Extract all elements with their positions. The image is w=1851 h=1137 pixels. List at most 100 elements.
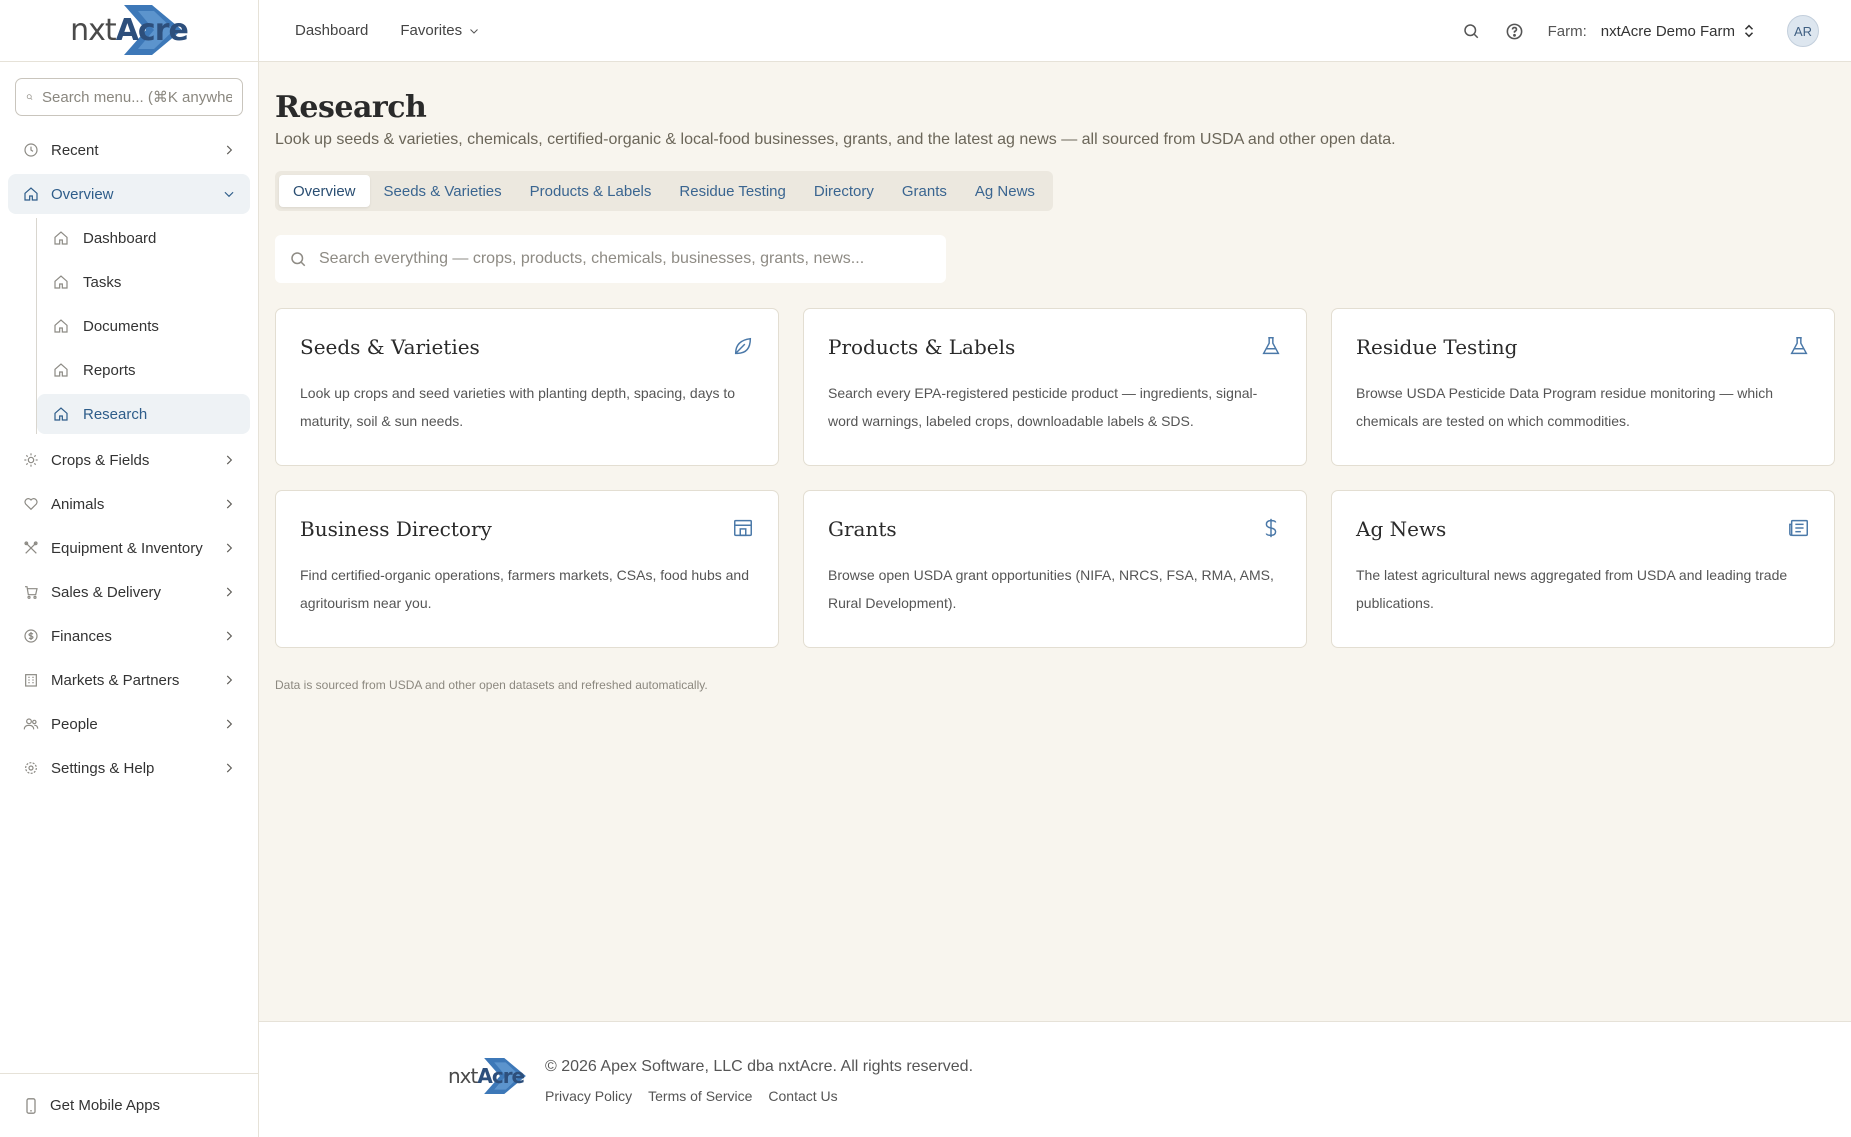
tab-directory[interactable]: Directory: [800, 175, 888, 207]
sidebar-item-dashboard[interactable]: Dashboard: [37, 218, 250, 258]
card-title: Products & Labels: [828, 335, 1016, 359]
footer-copyright: © 2026 Apex Software, LLC dba nxtAcre. A…: [545, 1058, 974, 1075]
sidebar-search-input[interactable]: [42, 88, 232, 106]
logo-text-post: Acre: [477, 1064, 525, 1088]
home-icon: [53, 317, 71, 335]
sun-icon: [23, 451, 41, 469]
header-favorites-menu[interactable]: Favorites: [400, 22, 480, 39]
chevron-right-icon: [222, 497, 236, 511]
header-dashboard-link[interactable]: Dashboard: [295, 22, 368, 39]
home-icon: [53, 229, 71, 247]
sidebar-item-label: Research: [83, 405, 148, 423]
sidebar-item-people[interactable]: People: [8, 704, 250, 744]
card-description: Look up crops and seed varieties with pl…: [300, 385, 736, 429]
tab-ag-news[interactable]: Ag News: [961, 175, 1049, 207]
card-products-labels[interactable]: Products & Labels Search every EPA-regis…: [803, 308, 1307, 466]
chevron-down-icon: [470, 28, 478, 34]
flask-icon: [1788, 335, 1810, 357]
research-search[interactable]: [275, 235, 946, 283]
research-search-input[interactable]: [319, 250, 919, 268]
tab-products-labels[interactable]: Products & Labels: [516, 175, 666, 207]
avatar[interactable]: AR: [1787, 15, 1819, 47]
search-icon: [1463, 24, 1478, 39]
coin-icon: [23, 627, 41, 645]
sidebar-item-label: Recent: [51, 141, 99, 159]
header-favorites-label: Favorites: [400, 22, 463, 39]
chevron-right-icon: [222, 629, 236, 643]
top-header: Dashboard Favorites Farm: nxtAcre Demo F…: [259, 0, 1851, 62]
sidebar-item-recent[interactable]: Recent: [8, 130, 250, 170]
farm-label: Farm:: [1547, 22, 1587, 40]
newspaper-icon: [1788, 517, 1810, 539]
sidebar-item-label: People: [51, 715, 98, 733]
sidebar-item-finances[interactable]: Finances: [8, 616, 250, 656]
chevron-up-down-icon: [1744, 24, 1754, 38]
help-icon: [1506, 23, 1523, 39]
sidebar-item-label: Tasks: [83, 273, 122, 291]
get-mobile-apps-link[interactable]: Get Mobile Apps: [0, 1073, 259, 1137]
card-description: Find certified-organic operations, farme…: [300, 567, 749, 611]
sidebar-item-label: Sales & Delivery: [51, 583, 162, 601]
overview-submenu: Dashboard Tasks Documents Reports Resear…: [36, 218, 258, 434]
card-residue-testing[interactable]: Residue Testing Browse USDA Pesticide Da…: [1331, 308, 1835, 466]
sidebar-item-settings-help[interactable]: Settings & Help: [8, 748, 250, 788]
sidebar-item-equipment-inventory[interactable]: Equipment & Inventory: [8, 528, 250, 568]
tab-grants[interactable]: Grants: [888, 175, 961, 207]
card-description: The latest agricultural news aggregated …: [1356, 567, 1788, 611]
research-cards: Seeds & Varieties Look up crops and seed…: [275, 308, 1851, 648]
sidebar-search[interactable]: [15, 78, 243, 116]
store-icon: [732, 517, 754, 539]
sidebar-item-overview[interactable]: Overview: [8, 174, 250, 214]
home-icon: [53, 273, 71, 291]
sidebar-item-label: Documents: [83, 317, 159, 335]
footer-logo[interactable]: nxtAcre: [448, 1058, 526, 1094]
header-search-button[interactable]: [1460, 20, 1482, 42]
card-business-directory[interactable]: Business Directory Find certified-organi…: [275, 490, 779, 648]
chevron-right-icon: [222, 541, 236, 555]
sidebar-item-sales-delivery[interactable]: Sales & Delivery: [8, 572, 250, 612]
sidebar-item-tasks[interactable]: Tasks: [37, 262, 250, 302]
tab-seeds-varieties[interactable]: Seeds & Varieties: [370, 175, 516, 207]
sidebar-item-reports[interactable]: Reports: [37, 350, 250, 390]
help-button[interactable]: [1504, 20, 1526, 42]
sidebar-item-crops-fields[interactable]: Crops & Fields: [8, 440, 250, 480]
sidebar-item-animals[interactable]: Animals: [8, 484, 250, 524]
chevron-right-icon: [222, 453, 236, 467]
card-title: Seeds & Varieties: [300, 335, 480, 359]
chevron-down-icon: [222, 187, 236, 201]
tab-residue-testing[interactable]: Residue Testing: [665, 175, 799, 207]
clock-icon: [23, 141, 41, 159]
leaf-icon: [732, 335, 754, 357]
page-title: Research: [275, 90, 427, 125]
card-ag-news[interactable]: Ag News The latest agricultural news agg…: [1331, 490, 1835, 648]
data-source-note: Data is sourced from USDA and other open…: [275, 678, 708, 692]
get-mobile-apps-label: Get Mobile Apps: [50, 1097, 161, 1114]
card-description: Search every EPA-registered pesticide pr…: [828, 385, 1258, 429]
page-subtitle: Look up seeds & varieties, chemicals, ce…: [275, 131, 1396, 148]
sidebar: nxtAcre Recent Overview Dashboard Tasks: [0, 0, 259, 1137]
terms-of-service-link[interactable]: Terms of Service: [648, 1088, 752, 1104]
sidebar-item-documents[interactable]: Documents: [37, 306, 250, 346]
card-title: Grants: [828, 517, 897, 541]
sidebar-item-markets-partners[interactable]: Markets & Partners: [8, 660, 250, 700]
sidebar-item-label: Animals: [51, 495, 105, 513]
privacy-policy-link[interactable]: Privacy Policy: [545, 1088, 632, 1104]
sidebar-item-label: Finances: [51, 627, 112, 645]
flask-icon: [1260, 335, 1282, 357]
card-grants[interactable]: Grants Browse open USDA grant opportunit…: [803, 490, 1307, 648]
logo[interactable]: nxtAcre: [0, 0, 258, 62]
home-icon: [53, 405, 71, 423]
card-description: Browse open USDA grant opportunities (NI…: [828, 567, 1274, 611]
footer: nxtAcre © 2026 Apex Software, LLC dba nx…: [259, 1021, 1851, 1137]
search-icon: [291, 252, 306, 267]
farm-selector[interactable]: nxtAcre Demo Farm: [1601, 23, 1755, 40]
sidebar-item-label: Markets & Partners: [51, 671, 180, 689]
tools-icon: [23, 539, 41, 557]
tab-overview[interactable]: Overview: [279, 175, 370, 207]
card-seeds-varieties[interactable]: Seeds & Varieties Look up crops and seed…: [275, 308, 779, 466]
sidebar-item-research[interactable]: Research: [37, 394, 250, 434]
header-right: Farm: nxtAcre Demo Farm AR: [1460, 0, 1819, 62]
contact-us-link[interactable]: Contact Us: [768, 1088, 837, 1104]
research-tabs: Overview Seeds & Varieties Products & La…: [275, 171, 1053, 211]
header-dashboard-label: Dashboard: [295, 22, 369, 39]
